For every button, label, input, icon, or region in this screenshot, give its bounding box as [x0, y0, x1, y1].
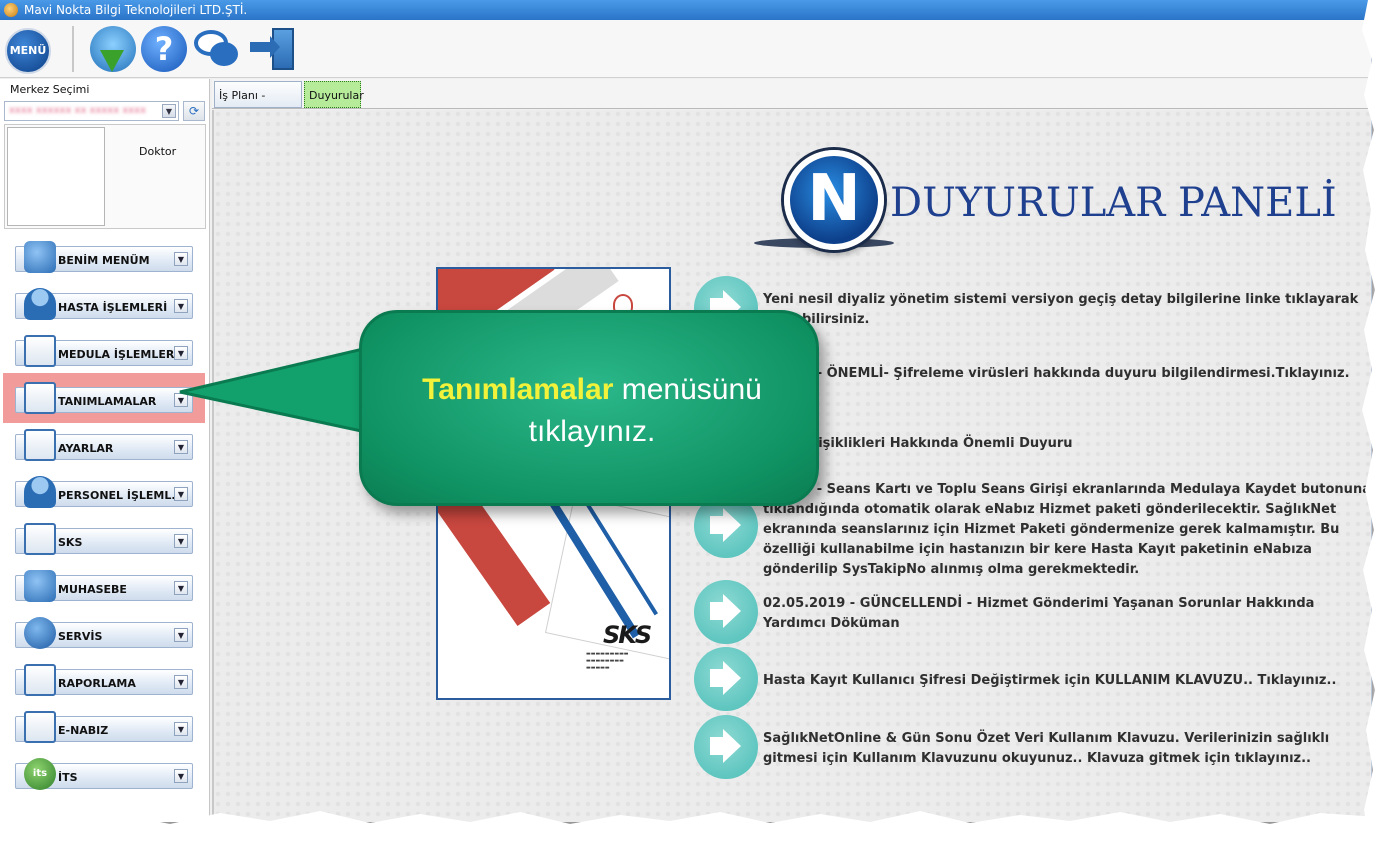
- center-select[interactable]: xxxx xxxxxx xx xxxxx xxxx ▼: [4, 101, 179, 121]
- announcement-text[interactable]: Yeni nesil diyaliz yönetim sistemi versi…: [763, 290, 1371, 330]
- announcement-text[interactable]: 02.05.2019 - GÜNCELLENDİ - Hizmet Gönder…: [763, 594, 1371, 634]
- clipboard-icon: [24, 382, 56, 414]
- windows-icon: [24, 335, 56, 367]
- chevron-down-icon[interactable]: ▼: [174, 628, 188, 642]
- staff-icon: [24, 476, 56, 508]
- chevron-down-icon[interactable]: ▼: [174, 299, 188, 313]
- sidebar-item-label: SKS: [58, 536, 83, 549]
- sidebar-item-label: AYARLAR: [58, 442, 114, 455]
- exit-door-icon[interactable]: [250, 26, 296, 72]
- sidebar-item-muhasebe[interactable]: MUHASEBE ▼: [15, 570, 193, 602]
- sidebar-item-e-nabiz[interactable]: E-NABIZ ▼: [15, 711, 193, 743]
- app-window: Mavi Nokta Bilgi Teknolojileri LTD.ŞTİ. …: [0, 0, 1372, 822]
- tab-is-plani-ajanda[interactable]: İş Planı - Ajanda: [214, 81, 302, 129]
- medical-bag-icon: [24, 570, 56, 602]
- help-icon[interactable]: ?: [141, 26, 187, 72]
- chevron-down-icon[interactable]: ▼: [174, 581, 188, 595]
- sidebar-item-servis[interactable]: SERVİS ▼: [15, 617, 193, 649]
- chat-icon[interactable]: [192, 26, 244, 72]
- sidebar-item-label: TANIMLAMALAR: [58, 395, 157, 408]
- tab-duyurular[interactable]: Duyurular: [304, 81, 364, 108]
- title-bar: Mavi Nokta Bilgi Teknolojileri LTD.ŞTİ.: [0, 0, 1371, 20]
- sidebar-item-label: İTS: [58, 771, 78, 784]
- main-menu-button[interactable]: MENÜ: [5, 28, 51, 74]
- sidebar-item-benim-menum[interactable]: BENİM MENÜM ▼: [15, 241, 193, 273]
- sidebar-item-label: BENİM MENÜM: [58, 254, 150, 267]
- user-photo: [7, 127, 105, 226]
- torn-edge-right: [1362, 0, 1392, 846]
- sidebar-item-sks[interactable]: SKS ▼: [15, 523, 193, 555]
- window-title: Mavi Nokta Bilgi Teknolojileri LTD.ŞTİ.: [24, 3, 248, 17]
- app-icon: [4, 3, 18, 17]
- chevron-down-icon[interactable]: ▼: [162, 104, 176, 118]
- megaphone-icon: [694, 580, 758, 644]
- sidebar-item-label: PERSONEL İŞLEML...: [58, 489, 184, 502]
- chevron-down-icon[interactable]: ▼: [174, 487, 188, 501]
- chevron-down-icon[interactable]: ▼: [174, 675, 188, 689]
- chevron-down-icon[interactable]: ▼: [174, 252, 188, 266]
- chevron-down-icon[interactable]: ▼: [174, 722, 188, 736]
- announcement-text[interactable]: …2019 - ÖNEMLİ- Şifreleme virüsleri hakk…: [763, 364, 1371, 384]
- toolbar: MENÜ ?: [0, 20, 1371, 78]
- callout-text: Tanımlamalar menüsünü tıklayınız.: [382, 369, 802, 453]
- chevron-down-icon[interactable]: ▼: [174, 534, 188, 548]
- its-logo-icon: its: [24, 758, 56, 790]
- user-panel: Doktor: [4, 124, 206, 229]
- instruction-callout: Tanımlamalar menüsünü tıklayınız.: [359, 310, 819, 506]
- update-download-icon[interactable]: [90, 26, 136, 72]
- cover-subtitle: ▬▬▬▬▬▬▬▬▬ ▬▬▬▬▬▬▬▬ ▬▬▬▬▬: [586, 651, 629, 671]
- sidebar-item-label: SERVİS: [58, 630, 103, 643]
- sql-report-icon: [24, 664, 56, 696]
- panel-title: DUYURULAR PANELİ: [890, 180, 1337, 226]
- chevron-down-icon[interactable]: ▼: [174, 769, 188, 783]
- sks-brand: SKS: [603, 621, 652, 649]
- patient-icon: [24, 288, 56, 320]
- settings-clock-icon: [24, 429, 56, 461]
- sidebar-item-label: MUHASEBE: [58, 583, 127, 596]
- announcement-text[interactable]: …2019 - Seans Kartı ve Toplu Seans Giriş…: [763, 480, 1371, 580]
- medical-clipboard-icon: [24, 523, 56, 555]
- megaphone-icon: [694, 715, 758, 779]
- sidebar-item-label: HASTA İŞLEMLERİ: [58, 301, 168, 314]
- refresh-button[interactable]: ⟳: [183, 101, 205, 121]
- toolbar-separator: [72, 26, 74, 72]
- refresh-arrows-icon: [24, 241, 56, 273]
- sidebar-item-hasta-islemleri[interactable]: HASTA İŞLEMLERİ ▼: [15, 288, 193, 320]
- announcement-text[interactable]: …a Değişiklikleri Hakkında Önemli Duyuru: [763, 434, 1371, 454]
- torn-edge-bottom: [0, 811, 1392, 846]
- company-logo: N: [784, 150, 884, 250]
- gear-icon: [24, 617, 56, 649]
- sidebar-item-label: RAPORLAMA: [58, 677, 136, 690]
- user-role: Doktor: [139, 145, 177, 158]
- sidebar-item-label: E-NABIZ: [58, 724, 109, 737]
- announcement-text[interactable]: Hasta Kayıt Kullanıcı Şifresi Değiştirme…: [763, 671, 1371, 691]
- sidebar-item-raporlama[interactable]: RAPORLAMA ▼: [15, 664, 193, 696]
- pulse-monitor-icon: [24, 711, 56, 743]
- center-select-value: xxxx xxxxxx xx xxxxx xxxx: [9, 105, 146, 116]
- center-selection-label: Merkez Seçimi: [10, 83, 90, 96]
- megaphone-icon: [694, 647, 758, 711]
- tab-strip: İş Planı - Ajanda Duyurular: [212, 79, 1371, 129]
- callout-highlight: Tanımlamalar: [422, 373, 614, 406]
- announcement-text[interactable]: SağlıkNetOnline & Gün Sonu Özet Veri Kul…: [763, 729, 1371, 769]
- sidebar-item-its[interactable]: its İTS ▼: [15, 758, 193, 790]
- sidebar-item-personel-islemleri[interactable]: PERSONEL İŞLEML... ▼: [15, 476, 193, 508]
